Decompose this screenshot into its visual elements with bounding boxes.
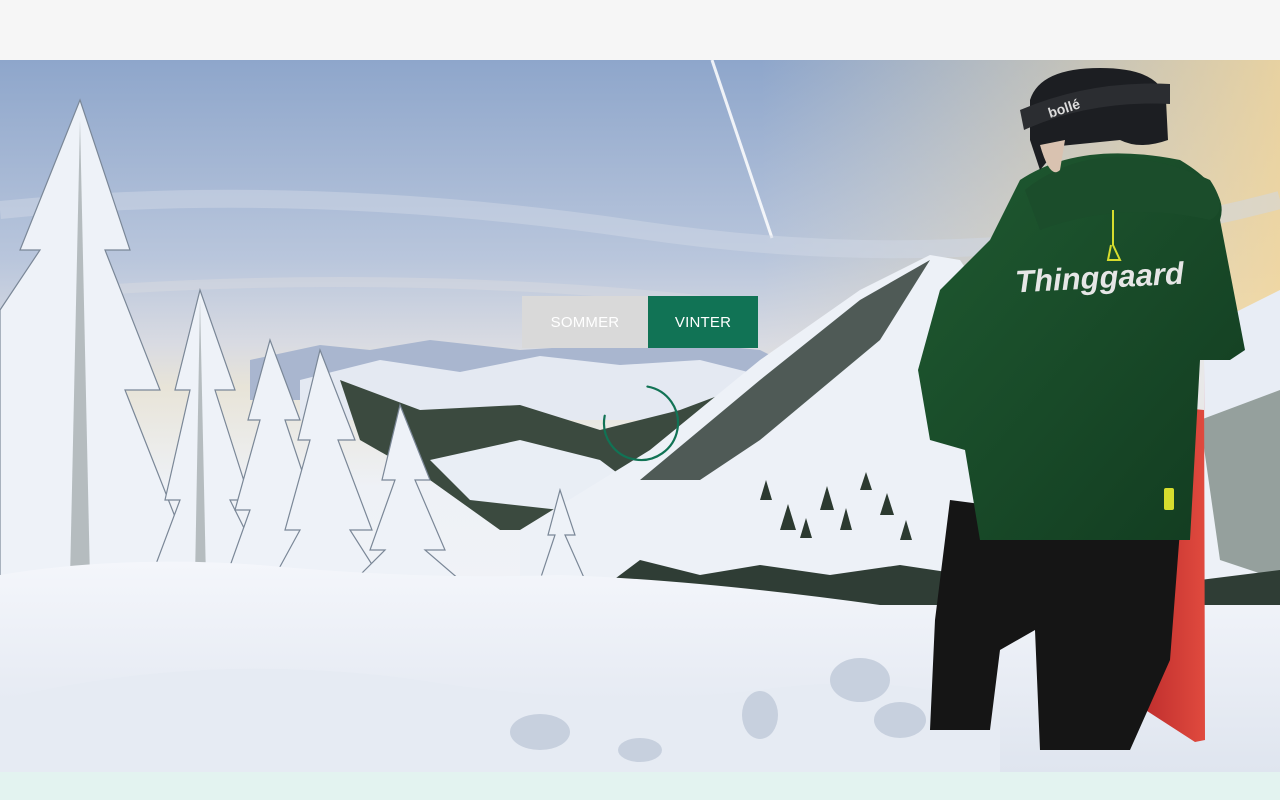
bottom-strip xyxy=(0,772,1280,800)
top-bar xyxy=(0,0,1280,60)
hero-banner: Thinggaard bollé SOMMER VINTER xyxy=(0,60,1280,772)
jacket-logo-icon xyxy=(1164,488,1174,510)
loading-spinner-icon xyxy=(602,384,680,462)
season-toggle: SOMMER VINTER xyxy=(522,296,758,348)
summer-button[interactable]: SOMMER xyxy=(522,296,648,348)
winter-button[interactable]: VINTER xyxy=(648,296,758,348)
